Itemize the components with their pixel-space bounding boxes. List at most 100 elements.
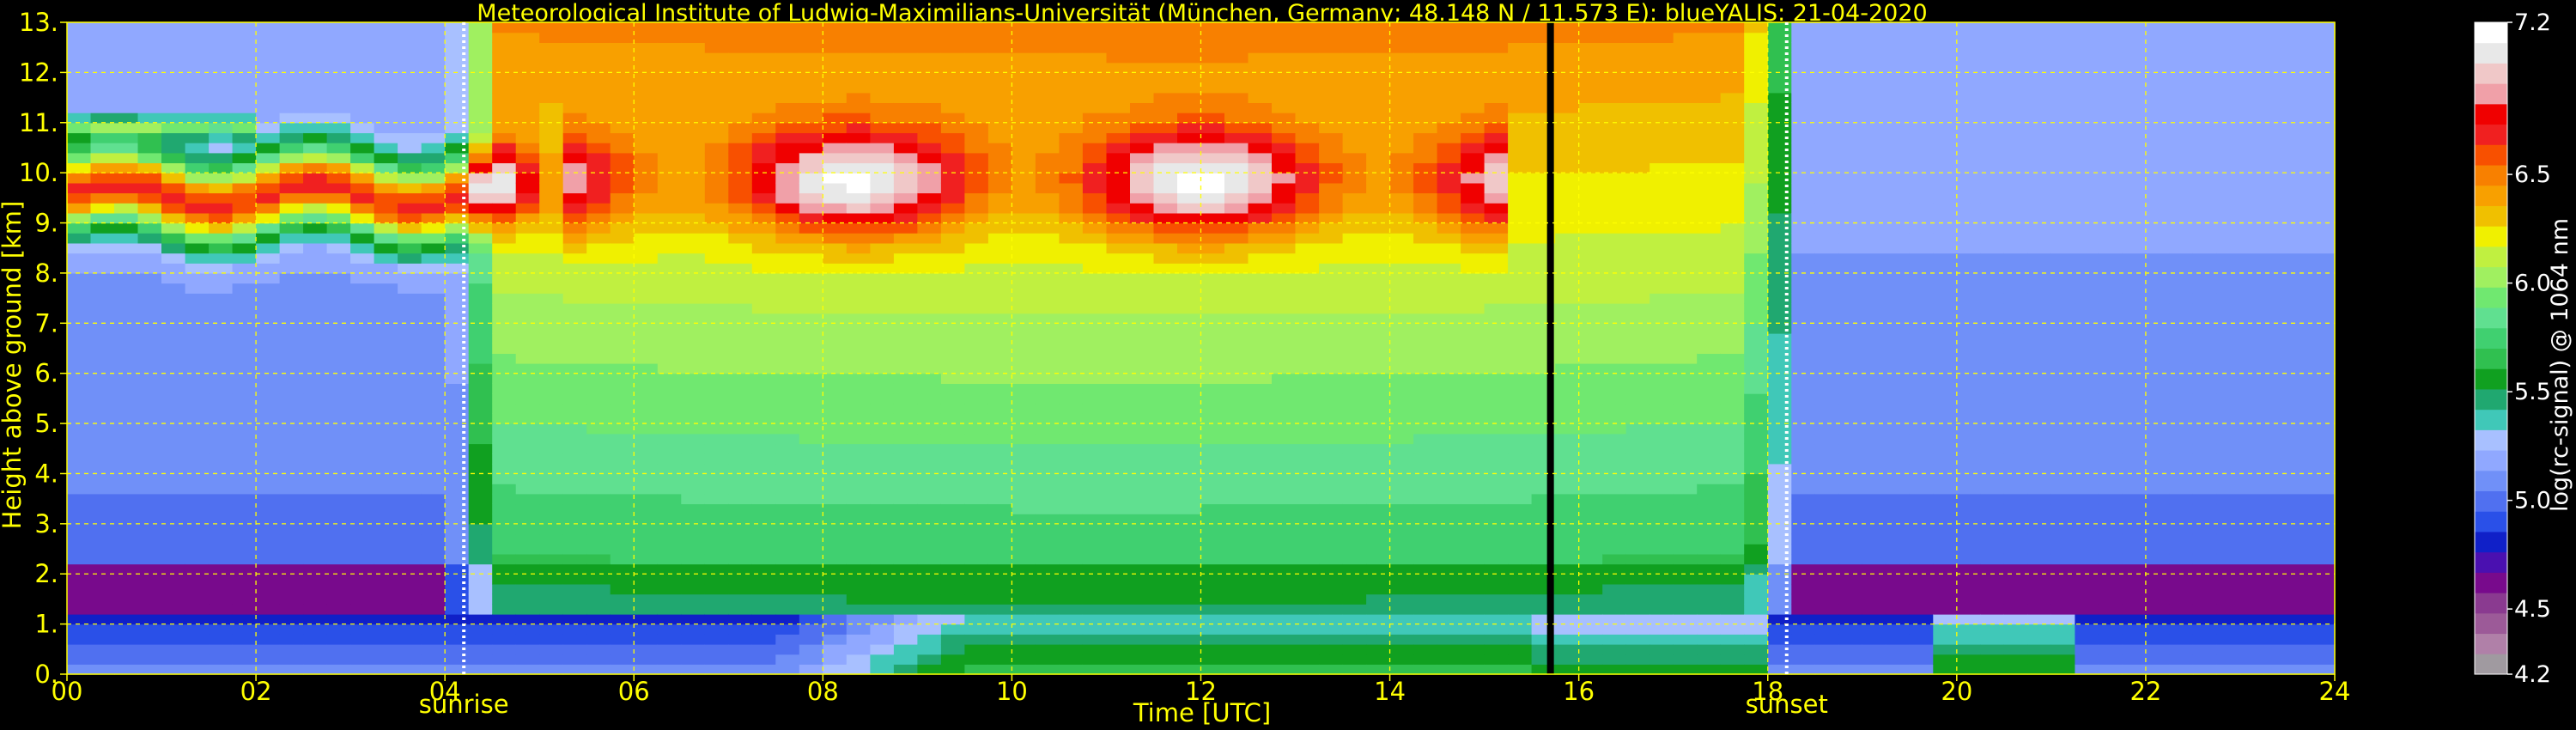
heatmap-cell — [1720, 293, 1745, 304]
heatmap-cell — [586, 433, 611, 445]
heatmap-cell — [799, 313, 823, 324]
heatmap-cell — [303, 493, 328, 505]
heatmap-cell — [657, 313, 682, 324]
heatmap-cell — [1862, 152, 1886, 164]
heatmap-cell — [964, 62, 989, 73]
heatmap-cell — [326, 203, 351, 214]
heatmap-cell — [681, 363, 706, 374]
heatmap-cell — [1413, 132, 1438, 143]
heatmap-cell — [1082, 593, 1107, 605]
heatmap-cell — [728, 313, 753, 324]
heatmap-cell — [728, 353, 753, 364]
heatmap-cell — [964, 182, 989, 194]
heatmap-cell — [1838, 363, 1863, 374]
heatmap-cell — [681, 583, 706, 595]
heatmap-cell — [1461, 574, 1485, 585]
heatmap-cell — [1814, 664, 1839, 675]
heatmap-cell — [751, 242, 776, 254]
heatmap-cell — [303, 473, 328, 484]
heatmap-cell — [1200, 212, 1225, 224]
heatmap-cell — [823, 604, 848, 615]
heatmap-cell — [1649, 343, 1674, 354]
heatmap-cell — [775, 484, 800, 495]
heatmap-cell — [303, 533, 328, 544]
heatmap-cell — [940, 433, 965, 445]
heatmap-cell — [1272, 423, 1297, 435]
heatmap-cell — [1437, 293, 1461, 304]
heatmap-cell — [1082, 514, 1107, 525]
heatmap-cell — [964, 383, 989, 394]
heatmap-cell — [1508, 212, 1533, 224]
heatmap-cell — [209, 303, 234, 314]
heatmap-cell — [209, 473, 234, 484]
heatmap-cell — [539, 272, 564, 284]
heatmap-cell — [1744, 72, 1769, 83]
heatmap-cell — [1673, 343, 1698, 354]
heatmap-cell — [799, 263, 823, 274]
heatmap-cell — [1720, 613, 1745, 625]
heatmap-cell — [917, 293, 942, 304]
heatmap-cell — [161, 443, 186, 454]
heatmap-cell — [468, 52, 493, 64]
heatmap-cell — [846, 593, 871, 605]
heatmap-cell — [1106, 613, 1131, 625]
heatmap-cell — [421, 52, 446, 64]
heatmap-cell — [1437, 563, 1461, 575]
heatmap-cell — [1082, 42, 1107, 53]
heatmap-cell — [1673, 363, 1698, 374]
heatmap-cell — [90, 604, 115, 615]
heatmap-cell — [539, 323, 564, 334]
heatmap-cell — [1082, 553, 1107, 565]
heatmap-cell — [1389, 423, 1414, 435]
heatmap-cell — [610, 373, 635, 384]
heatmap-cell — [1012, 283, 1036, 294]
heatmap-cell — [1366, 574, 1391, 585]
heatmap-cell — [1649, 102, 1674, 113]
heatmap-cell — [917, 403, 942, 414]
heatmap-cell — [1035, 533, 1060, 544]
heatmap-cell — [468, 42, 493, 53]
heatmap-cell — [137, 523, 162, 535]
heatmap-cell — [350, 212, 375, 224]
heatmap-cell — [1035, 62, 1060, 73]
heatmap-cell — [1791, 313, 1816, 324]
heatmap-cell — [1342, 363, 1367, 374]
heatmap-cell — [728, 553, 753, 565]
heatmap-cell — [161, 252, 186, 264]
heatmap-cell — [775, 263, 800, 274]
heatmap-cell — [67, 62, 92, 73]
heatmap-cell — [1389, 192, 1414, 204]
heatmap-cell — [1814, 222, 1839, 234]
heatmap-cell — [1130, 162, 1155, 173]
heatmap-cell — [704, 383, 729, 394]
heatmap-cell — [1838, 423, 1863, 435]
heatmap-cell — [1484, 544, 1509, 555]
heatmap-cell — [964, 113, 989, 124]
heatmap-cell — [964, 613, 989, 625]
heatmap-cell — [893, 272, 918, 284]
heatmap-cell — [1791, 593, 1816, 605]
heatmap-cell — [1319, 252, 1344, 264]
heatmap-cell — [185, 664, 210, 675]
heatmap-cell — [1720, 283, 1745, 294]
heatmap-cell — [870, 313, 895, 324]
heatmap-cell — [893, 634, 918, 645]
heatmap-cell — [1814, 423, 1839, 435]
heatmap-cell — [964, 143, 989, 154]
heatmap-cell — [917, 453, 942, 465]
heatmap-cell — [1248, 323, 1273, 334]
heatmap-cell — [67, 233, 92, 244]
heatmap-cell — [893, 113, 918, 124]
heatmap-cell — [1649, 212, 1674, 224]
heatmap-cell — [1082, 52, 1107, 64]
heatmap-cell — [468, 132, 493, 143]
heatmap-cell — [398, 242, 422, 254]
heatmap-cell — [1153, 82, 1178, 94]
heatmap-cell — [1130, 182, 1155, 194]
heatmap-cell — [137, 363, 162, 374]
heatmap-cell — [1555, 173, 1580, 184]
heatmap-cell — [1082, 503, 1107, 514]
heatmap-cell — [185, 42, 210, 53]
heatmap-cell — [1130, 634, 1155, 645]
heatmap-cell — [1389, 593, 1414, 605]
